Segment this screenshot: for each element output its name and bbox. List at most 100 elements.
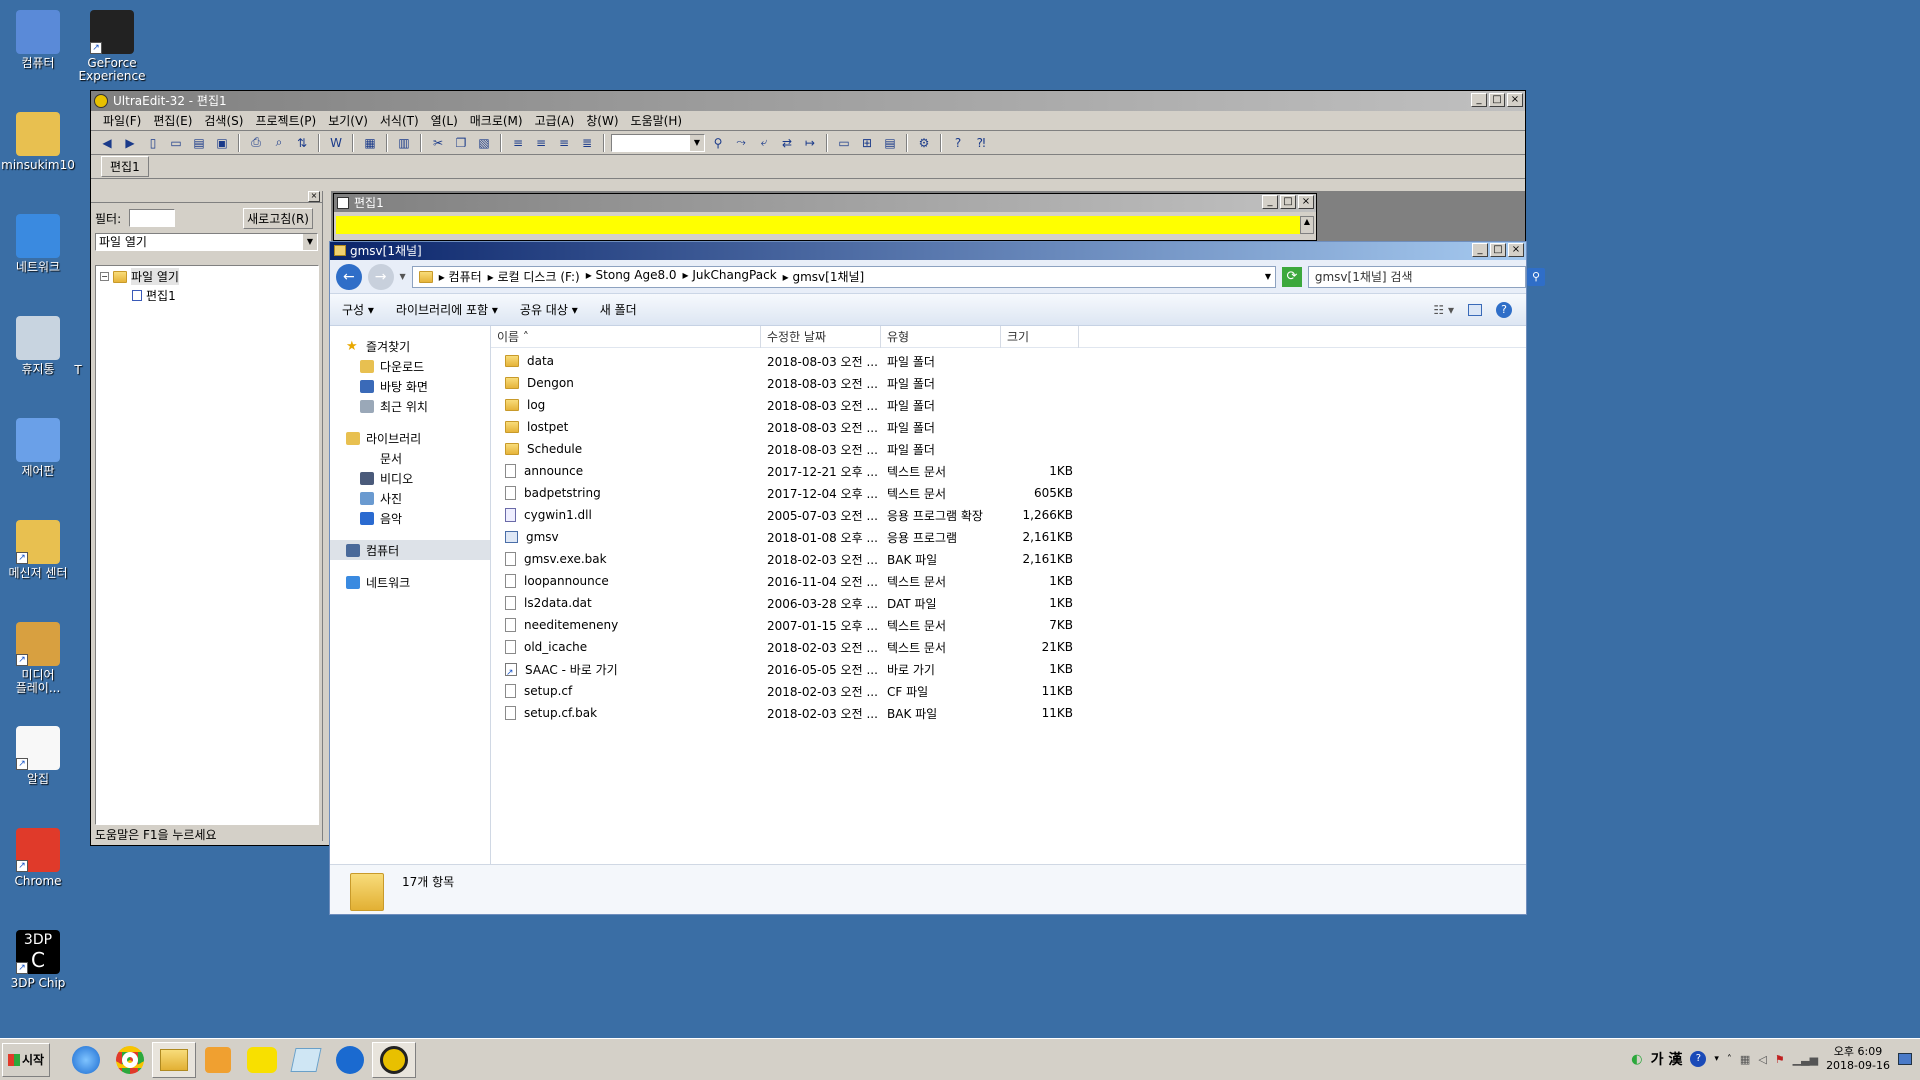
nav-library-item[interactable]: 비디오 — [330, 468, 490, 488]
command-0[interactable]: 구성 ▾ — [342, 301, 374, 318]
tools-icon[interactable]: ⚙ — [914, 133, 934, 153]
taskbar-teamviewer[interactable] — [328, 1042, 372, 1078]
desktop-3dp-chip[interactable]: 3DP C ↗ 3DP Chip — [0, 930, 78, 990]
forward-icon[interactable]: ▶ — [120, 133, 140, 153]
desktop-network[interactable]: 네트워크 — [0, 214, 78, 274]
back-icon[interactable]: ◀ — [97, 133, 117, 153]
goto-icon[interactable]: ↦ — [800, 133, 820, 153]
menu-item-6[interactable]: 열(L) — [425, 112, 464, 129]
nav-favorites-item[interactable]: 바탕 화면 — [330, 376, 490, 396]
window-list-icon[interactable]: ▤ — [880, 133, 900, 153]
breadcrumb-item[interactable]: ▸ 로컬 디스크 (F:) — [488, 268, 580, 285]
history-dropdown-icon[interactable]: ▼ — [400, 272, 406, 281]
taskbar-explorer[interactable] — [152, 1041, 196, 1078]
desktop-control-panel[interactable]: 제어판 — [0, 418, 78, 478]
open-file-icon[interactable]: ▭ — [166, 133, 186, 153]
nav-favorites-item[interactable]: 최근 위치 — [330, 396, 490, 416]
nav-libraries[interactable]: 라이브러리 — [330, 428, 490, 448]
close-button[interactable]: × — [1507, 93, 1523, 107]
breadcrumb-item[interactable]: ▸ JukChangPack — [683, 268, 777, 285]
explorer-titlebar[interactable]: gmsv[1채널] _ □ × — [330, 242, 1526, 260]
editor-window[interactable]: 편집1 _ □ × ▲ — [333, 193, 1317, 241]
maximize-button[interactable]: □ — [1489, 93, 1505, 107]
desktop-alzip[interactable]: ↗ 알집 — [0, 726, 78, 786]
breadcrumb-item[interactable]: ▸ 컴퓨터 — [439, 268, 482, 285]
panel-grip[interactable]: × — [91, 191, 322, 203]
menu-item-10[interactable]: 도움말(H) — [625, 112, 689, 129]
file-row[interactable]: Schedule 2018-08-03 오전 ... 파일 폴더 — [491, 438, 1526, 460]
file-row[interactable]: data 2018-08-03 오전 ... 파일 폴더 — [491, 350, 1526, 372]
signal-icon[interactable]: ▁▃▅ — [1793, 1053, 1818, 1066]
tile-icon[interactable]: ⊞ — [857, 133, 877, 153]
menu-item-7[interactable]: 매크로(M) — [464, 112, 529, 129]
copy-icon[interactable]: ❐ — [451, 133, 471, 153]
file-row[interactable]: old_icache 2018-02-03 오전 ... 텍스트 문서 21KB — [491, 636, 1526, 658]
explorer-maximize-button[interactable]: □ — [1490, 243, 1506, 257]
editor-close-button[interactable]: × — [1298, 195, 1314, 209]
panel-close-button[interactable]: × — [308, 191, 320, 202]
find-next-icon[interactable]: ⤳ — [731, 133, 751, 153]
file-row[interactable]: loopannounce 2016-11-04 오전 ... 텍스트 문서 1KB — [491, 570, 1526, 592]
file-row[interactable]: gmsv 2018-01-08 오후 ... 응용 프로그램 2,161KB — [491, 526, 1526, 548]
editor-maximize-button[interactable]: □ — [1280, 195, 1296, 209]
command-1[interactable]: 라이브러리에 포함 ▾ — [396, 301, 498, 318]
back-button[interactable]: ← — [336, 263, 362, 290]
desktop-chrome[interactable]: ↗ Chrome — [0, 828, 78, 888]
print-preview-icon[interactable]: ⌕ — [269, 133, 289, 153]
nav-library-item[interactable]: 음악 — [330, 508, 490, 528]
address-bar[interactable]: ▸ 컴퓨터 ▸ 로컬 디스크 (F:) ▸ Stong Age8.0 ▸ JukCha… — [411, 265, 1277, 288]
file-row[interactable]: announce 2017-12-21 오후 ... 텍스트 문서 1KB — [491, 460, 1526, 482]
desktop-computer[interactable]: 컴퓨터 — [0, 10, 78, 70]
nav-library-item[interactable]: 문서 — [330, 448, 490, 468]
network-tray-icon[interactable]: ▦ — [1740, 1053, 1750, 1066]
show-desktop-icon[interactable] — [1898, 1053, 1912, 1065]
desktop-media-player[interactable]: ↗ 미디어 플레이... — [0, 622, 78, 695]
editor-scrollbar[interactable]: ▲ — [1300, 216, 1314, 234]
taskbar-ie[interactable] — [64, 1042, 108, 1078]
file-row[interactable]: Dengon 2018-08-03 오전 ... 파일 폴더 — [491, 372, 1526, 394]
desktop-geforce[interactable]: ↗ GeForce Experience — [72, 10, 152, 83]
search-icon[interactable]: ⚲ — [1527, 267, 1545, 286]
file-row[interactable]: gmsv.exe.bak 2018-02-03 오전 ... BAK 파일 2,161… — [491, 548, 1526, 570]
editor-titlebar[interactable]: 편집1 _ □ × — [334, 194, 1316, 212]
volume-icon[interactable]: ◁ — [1758, 1053, 1766, 1066]
new-file-icon[interactable]: ▯ — [143, 133, 163, 153]
replace-icon[interactable]: ⇄ — [777, 133, 797, 153]
taskbar-chrome[interactable] — [108, 1042, 152, 1078]
nav-computer[interactable]: 컴퓨터 — [330, 540, 490, 560]
column-header-1[interactable]: 수정한 날짜 — [761, 326, 881, 348]
tree-child-edit1[interactable]: 편집1 — [96, 287, 318, 304]
desktop-messenger-center[interactable]: ↗ 메신저 센터 — [0, 520, 78, 580]
menu-item-5[interactable]: 서식(T) — [374, 112, 425, 129]
ime-options-icon[interactable]: ▾ — [1714, 1054, 1719, 1064]
desktop-user-folder[interactable]: minsukim10 — [0, 112, 78, 172]
taskbar-ultraedit[interactable] — [372, 1041, 416, 1078]
editor-minimize-button[interactable]: _ — [1262, 195, 1278, 209]
cascade-icon[interactable]: ▭ — [834, 133, 854, 153]
nav-favorites-item[interactable]: 다운로드 — [330, 356, 490, 376]
file-row[interactable]: cygwin1.dll 2005-07-03 오전 ... 응용 프로그램 확장 1,… — [491, 504, 1526, 526]
taskbar-notepad[interactable] — [284, 1042, 328, 1078]
security-alert-icon[interactable]: ⚑ — [1775, 1053, 1785, 1066]
open-folder-icon[interactable]: ▤ — [189, 133, 209, 153]
menu-item-9[interactable]: 창(W) — [580, 112, 624, 129]
explorer-window[interactable]: gmsv[1채널] _ □ × ← → ▼ ▸ 컴퓨터 ▸ 로컬 디스크 (F:)… — [329, 241, 1545, 915]
save-icon[interactable]: ▣ — [212, 133, 232, 153]
show-hidden-icons[interactable]: ˄ — [1727, 1054, 1732, 1065]
filter-input[interactable] — [129, 209, 176, 227]
refresh-icon[interactable]: ⟳ — [1282, 266, 1302, 287]
find-icon[interactable]: ⚲ — [708, 133, 728, 153]
forward-button[interactable]: → — [367, 263, 394, 290]
breadcrumb-item[interactable]: ▸ gmsv[1채널] — [783, 268, 865, 285]
taskbar-kakaotalk[interactable] — [240, 1042, 284, 1078]
file-row[interactable]: lostpet 2018-08-03 오전 ... 파일 폴더 — [491, 416, 1526, 438]
align-center-icon[interactable]: ≡ — [531, 133, 551, 153]
ime-mode-icon[interactable]: ◐ — [1631, 1052, 1642, 1067]
file-row[interactable]: setup.cf.bak 2018-02-03 오전 ... BAK 파일 11KB — [491, 702, 1526, 724]
command-3[interactable]: 새 폴더 — [600, 301, 637, 318]
column-header-3[interactable]: 크기 — [1001, 326, 1079, 348]
menu-item-0[interactable]: 파일(F) — [97, 112, 147, 129]
ime-help-icon[interactable]: ? — [1690, 1051, 1707, 1067]
file-row[interactable]: SAAC - 바로 가기 2016-05-05 오전 ... 바로 가기 1KB — [491, 658, 1526, 680]
search-input[interactable]: gmsv[1채널] 검색 ⚲ — [1307, 265, 1545, 288]
